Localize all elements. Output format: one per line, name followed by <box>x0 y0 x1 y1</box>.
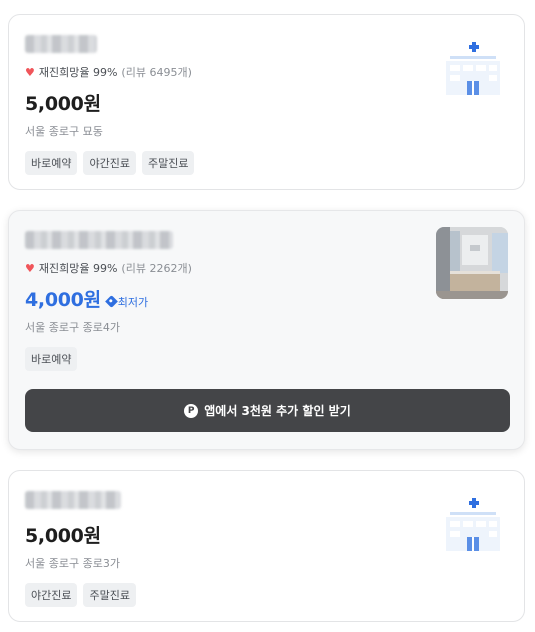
tag: 바로예약 <box>25 151 78 175</box>
hospital-building-icon <box>436 487 508 559</box>
tag-list: 야간진료 주말진료 <box>25 583 136 607</box>
clinic-name-blurred <box>25 35 97 53</box>
app-discount-label: 앱에서 3천원 추가 할인 받기 <box>204 404 351 418</box>
review-count: (리뷰 6495개) <box>121 66 192 79</box>
clinic-name-blurred <box>25 491 121 509</box>
price-row: 5,000원 <box>25 89 101 116</box>
clinic-card-2[interactable]: ♥ 재진희망율 99% (리뷰 2262개) 4,000원 최저가 서울 종로구… <box>8 210 525 450</box>
address: 서울 종로구 종로4가 <box>25 321 120 334</box>
price: 5,000원 <box>25 525 101 547</box>
revisit-rate: 재진희망율 99% <box>38 262 118 275</box>
tag: 야간진료 <box>25 583 78 607</box>
rating-row: ♥ 재진희망율 99% (리뷰 6495개) <box>25 64 192 80</box>
address: 서울 종로구 묘동 <box>25 125 103 138</box>
tag: 주말진료 <box>83 583 136 607</box>
rating-row: ♥ 재진희망율 99% (리뷰 2262개) <box>25 260 192 276</box>
price-row: 4,000원 최저가 <box>25 285 148 312</box>
revisit-rate: 재진희망율 99% <box>38 66 118 79</box>
heart-icon: ♥ <box>25 261 35 275</box>
price-tag-icon <box>104 295 118 308</box>
price: 4,000원 <box>25 289 101 311</box>
price-row: 5,000원 <box>25 521 101 548</box>
tag: 바로예약 <box>25 347 78 371</box>
heart-icon: ♥ <box>25 65 35 79</box>
tag: 야간진료 <box>83 151 136 175</box>
point-icon: P <box>184 403 199 418</box>
address: 서울 종로구 종로3가 <box>25 557 120 570</box>
tag: 주말진료 <box>141 151 195 175</box>
tag-list: 바로예약 <box>25 347 78 371</box>
tag-list: 바로예약 야간진료 주말진료 <box>25 151 195 175</box>
price: 5,000원 <box>25 93 101 115</box>
review-count: (리뷰 2262개) <box>121 262 192 275</box>
hospital-building-icon <box>436 31 508 103</box>
clinic-name-blurred <box>25 231 173 249</box>
lowest-price-badge: 최저가 <box>104 294 149 310</box>
app-discount-button[interactable]: P 앱에서 3천원 추가 할인 받기 <box>25 389 510 432</box>
clinic-card-3[interactable]: 5,000원 서울 종로구 종로3가 야간진료 주말진료 <box>8 470 525 622</box>
clinic-photo <box>436 227 508 299</box>
clinic-card-1[interactable]: ♥ 재진희망율 99% (리뷰 6495개) 5,000원 서울 종로구 묘동 … <box>8 14 525 190</box>
lowest-price-label: 최저가 <box>117 295 149 309</box>
